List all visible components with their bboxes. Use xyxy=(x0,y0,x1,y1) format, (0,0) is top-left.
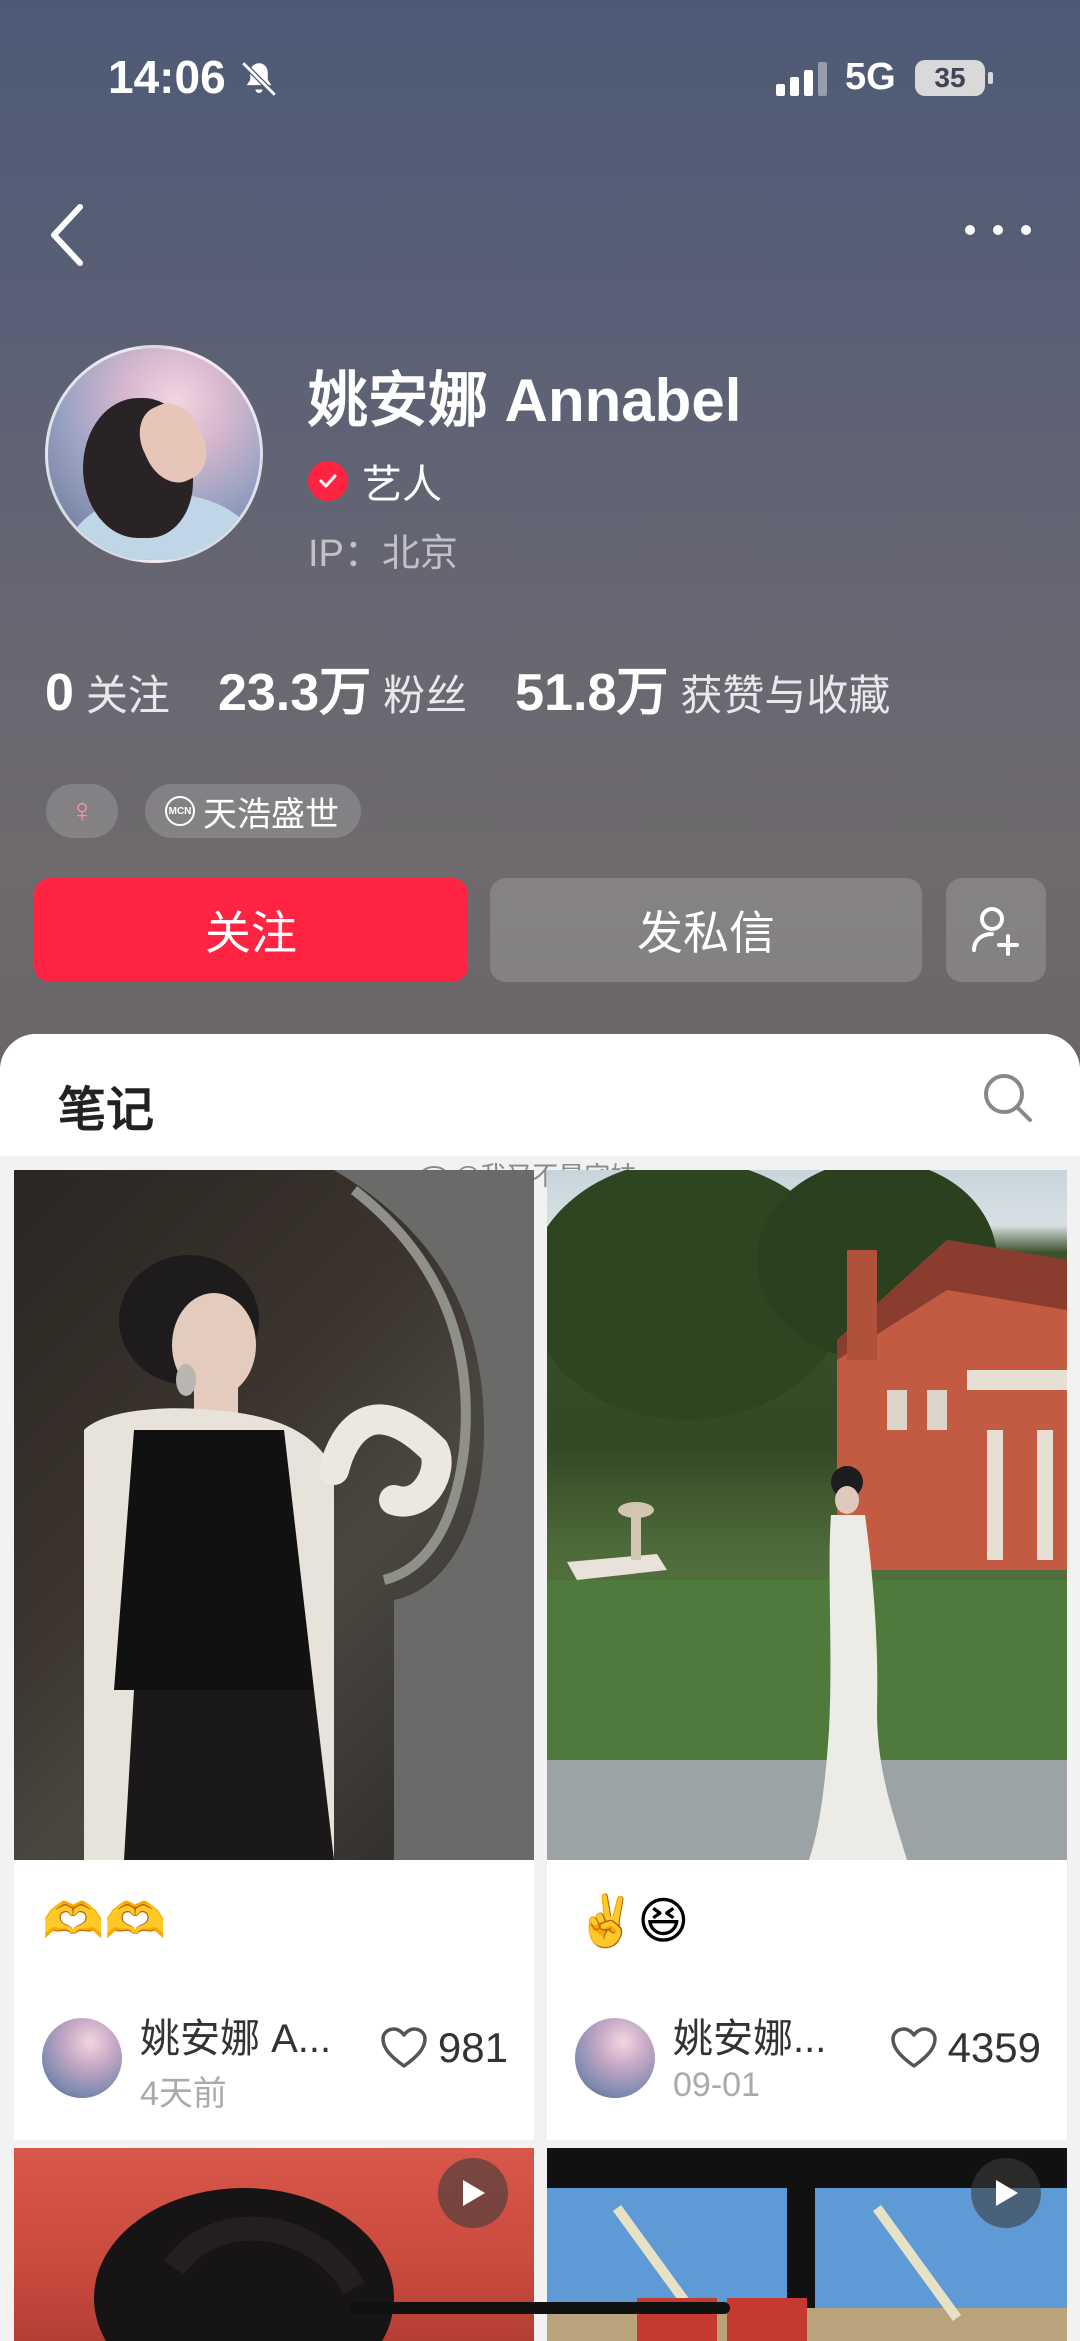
note-title: ✌️😆 xyxy=(575,1893,690,1949)
post-time: 4天前 xyxy=(140,2075,227,2113)
note-cover-image xyxy=(547,1170,1067,1860)
profile-avatar[interactable] xyxy=(45,345,263,563)
play-icon xyxy=(463,2180,485,2206)
author-avatar[interactable] xyxy=(42,2018,122,2098)
follow-button[interactable]: 关注 xyxy=(34,878,468,982)
note-card[interactable]: 🫶🫶 姚安娜 A... 4天前 981 xyxy=(14,1170,534,2140)
home-indicator[interactable] xyxy=(350,2302,730,2314)
author-avatar[interactable] xyxy=(575,2018,655,2098)
play-button[interactable] xyxy=(971,2158,1041,2228)
status-time: 14:06 xyxy=(108,51,226,103)
verified-check-icon xyxy=(308,461,348,501)
post-time: 09-01 xyxy=(673,2066,760,2104)
note-card[interactable]: ✌️😆 姚安娜... 09-01 4359 xyxy=(547,1170,1067,2140)
chevron-left-icon xyxy=(51,204,83,266)
stat-value: 51.8万 xyxy=(515,664,669,722)
tab-notes[interactable]: 笔记 xyxy=(58,1070,154,1140)
like-count: 981 xyxy=(437,2024,508,2071)
stat-label: 获赞与收藏 xyxy=(680,672,891,719)
signal-icon xyxy=(776,62,827,96)
status-bar: 14:06 5G 35 xyxy=(0,0,1080,160)
verified-label: 艺人 xyxy=(362,463,442,507)
note-title: 🫶🫶 xyxy=(42,1893,167,1949)
mcn-tag[interactable]: MCN 天浩盛世 xyxy=(145,784,361,838)
more-button[interactable] xyxy=(958,210,1038,250)
add-user-button[interactable] xyxy=(946,878,1046,982)
play-icon xyxy=(996,2180,1018,2206)
heart-icon xyxy=(890,2027,937,2068)
stat-label: 粉丝 xyxy=(383,672,468,719)
stat-label: 关注 xyxy=(85,672,170,719)
like-count: 4359 xyxy=(947,2024,1041,2071)
notes-tabbar: 笔记 xyxy=(0,1034,1080,1156)
note-cover-image xyxy=(14,1170,534,1860)
mcn-icon: MCN xyxy=(165,796,195,826)
gender-tag: ♀ xyxy=(46,784,118,838)
profile-name: 姚安娜 Annabel xyxy=(308,367,742,434)
mcn-label: 天浩盛世 xyxy=(203,795,339,834)
ip-location: IP：北京 xyxy=(308,533,458,575)
author-name[interactable]: 姚安娜... xyxy=(673,2006,826,2064)
notes-section: 笔记 @我又不是宅妹 🫶🫶 姚安娜 A... 4天前 981 ✌️😆 姚安娜..… xyxy=(0,1034,1080,2341)
stat-likes-collections[interactable]: 51.8万 获赞与收藏 xyxy=(515,650,890,725)
stat-following[interactable]: 0 关注 xyxy=(45,662,170,723)
profile-header: 14:06 5G 35 姚安娜 Annabel 艺人 IP：北京 0 关注 23… xyxy=(0,0,1080,1080)
like-button[interactable]: 981 xyxy=(380,2024,508,2072)
add-user-icon xyxy=(972,907,1019,956)
network-type: 5G xyxy=(845,56,896,98)
more-dots-icon xyxy=(965,225,1031,235)
back-button[interactable] xyxy=(40,195,100,275)
stat-value: 0 xyxy=(45,664,74,722)
stat-value: 23.3万 xyxy=(217,664,372,722)
author-name[interactable]: 姚安娜 A... xyxy=(140,2006,331,2064)
play-button[interactable] xyxy=(438,2158,508,2228)
search-button[interactable] xyxy=(980,1070,1034,1124)
heart-icon xyxy=(381,2027,427,2068)
battery-indicator: 35 xyxy=(915,60,985,96)
profile-stats: 0 关注 23.3万 粉丝 51.8万 获赞与收藏 xyxy=(45,650,938,725)
bell-off-icon xyxy=(241,61,277,97)
search-icon xyxy=(984,1074,1032,1122)
battery-nub xyxy=(988,72,993,84)
stat-followers[interactable]: 23.3万 粉丝 xyxy=(218,650,467,725)
message-button[interactable]: 发私信 xyxy=(490,878,922,982)
like-button[interactable]: 4359 xyxy=(890,2024,1041,2072)
verified-badge: 艺人 xyxy=(308,452,442,510)
